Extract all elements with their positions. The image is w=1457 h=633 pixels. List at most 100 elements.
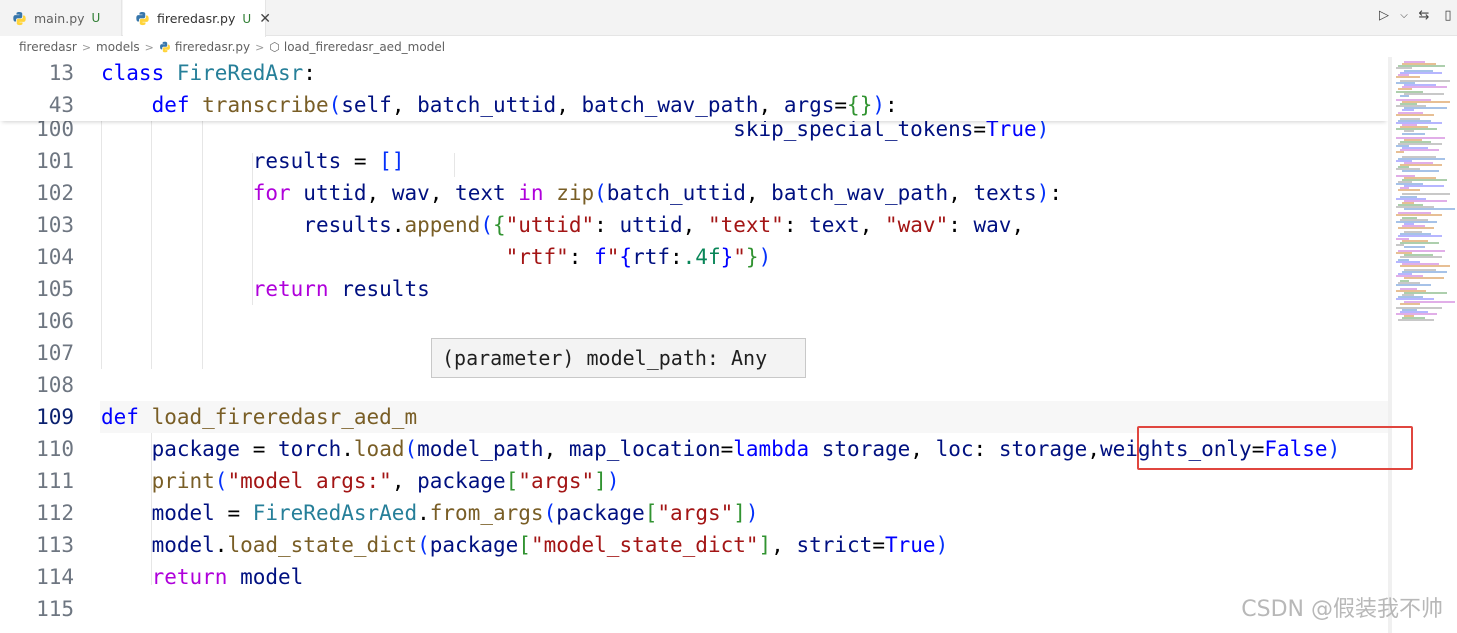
- hover-tooltip: (parameter) model_path: Any: [431, 338, 806, 378]
- chevron-right-icon: >: [255, 40, 265, 54]
- code-token: ,: [910, 437, 936, 461]
- sticky-scroll-header[interactable]: 13 class FireRedAsr: 43 def transcribe(sel…: [0, 57, 1388, 121]
- code-token: :: [1049, 181, 1063, 205]
- code-token: texts: [973, 181, 1037, 205]
- code-token: package: [556, 501, 645, 525]
- line-number: 106: [36, 309, 74, 333]
- code-token: uttid: [303, 181, 367, 205]
- line-number: 108: [36, 373, 74, 397]
- code-token: =: [341, 149, 380, 173]
- line-number: 104: [36, 245, 74, 269]
- code-line[interactable]: 115: [0, 593, 1388, 625]
- code-text: print("model args:", package["args"]): [101, 465, 620, 497]
- code-token: wav: [391, 181, 430, 205]
- code-token: lambda: [733, 437, 822, 461]
- code-token: "uttid": [505, 213, 595, 237]
- code-token: .4f: [682, 245, 721, 269]
- line-number: 43: [48, 93, 74, 117]
- minimap-line: [1404, 92, 1444, 95]
- code-token: .: [417, 501, 430, 525]
- code-token: ,: [366, 181, 392, 205]
- code-text: model = FireRedAsrAed.from_args(package[…: [101, 497, 759, 529]
- tab-fireredasr-py[interactable]: fireredasr.py U ✕: [123, 0, 271, 37]
- line-number: 111: [36, 469, 74, 493]
- code-token: package: [417, 469, 506, 493]
- breadcrumb-item-fireredasr[interactable]: fireredasr: [19, 40, 77, 54]
- code-token: []: [379, 149, 405, 173]
- code-token: self: [341, 93, 392, 117]
- code-line[interactable]: 13 class FireRedAsr:: [0, 57, 1388, 89]
- code-line[interactable]: 114 return model: [0, 561, 1388, 593]
- code-line[interactable]: 101 results = []: [0, 145, 1388, 177]
- breadcrumb: fireredasr > models > fireredasr.py > ⬡ …: [19, 37, 445, 57]
- code-token: (: [480, 213, 493, 237]
- code-text: def load_fireredasr_aed_m: [101, 401, 417, 433]
- code-token: =: [872, 533, 885, 557]
- code-token: model: [151, 501, 215, 525]
- minimap[interactable]: [1392, 57, 1457, 633]
- code-token: "args": [518, 469, 595, 493]
- breadcrumb-item-file[interactable]: fireredasr.py: [175, 40, 250, 54]
- code-token: wav: [973, 213, 1012, 237]
- editor-tab-bar: main.py U fireredasr.py U ✕ ▷ ⌵ ⇆ ▯: [0, 0, 1457, 37]
- code-token: :: [885, 93, 898, 117]
- code-token: ]: [758, 533, 772, 557]
- code-token: ": [606, 245, 620, 269]
- minimap-line: [1396, 151, 1404, 154]
- code-text: return model: [101, 561, 304, 593]
- code-token: print: [151, 469, 215, 493]
- python-file-icon: [136, 11, 149, 26]
- untracked-badge: U: [91, 11, 101, 25]
- code-line[interactable]: 105 return results: [0, 273, 1388, 305]
- untracked-badge: U: [242, 11, 252, 26]
- compare-changes-icon[interactable]: ⇆: [1415, 8, 1433, 23]
- watermark: CSDN @假装我不帅: [1241, 597, 1443, 622]
- line-number: 113: [36, 533, 74, 557]
- close-icon[interactable]: ✕: [259, 11, 271, 27]
- split-editor-icon[interactable]: ▯: [1439, 8, 1457, 23]
- minimap-line: [1396, 243, 1404, 246]
- line-number: 110: [36, 437, 74, 461]
- code-token: uttid: [619, 213, 683, 237]
- code-token: [: [505, 469, 519, 493]
- code-token: ): [745, 501, 759, 525]
- code-text: results.append({"uttid": uttid, "text": …: [101, 209, 1024, 241]
- code-token: :: [568, 245, 595, 269]
- code-token: batch_wav_path: [581, 93, 759, 117]
- code-token: (: [214, 469, 228, 493]
- code-token: batch_uttid: [606, 181, 746, 205]
- code-line[interactable]: 102 for uttid, wav, text in zip(batch_ut…: [0, 177, 1388, 209]
- tab-label: main.py: [34, 10, 85, 26]
- code-token: :: [948, 213, 974, 237]
- code-token: text: [809, 213, 860, 237]
- code-token: ": [733, 245, 746, 269]
- code-token: FireRedAsr: [176, 61, 304, 85]
- code-line[interactable]: 106: [0, 305, 1388, 337]
- code-token: ,: [859, 213, 885, 237]
- code-line[interactable]: 103 results.append({"uttid": uttid, "tex…: [0, 209, 1388, 241]
- code-line[interactable]: 104 "rtf": f"{rtf:.4f}"}): [0, 241, 1388, 273]
- code-line[interactable]: 43 def transcribe(self, batch_uttid, bat…: [0, 89, 1388, 121]
- minimap-line: [1396, 313, 1437, 316]
- code-token: :: [973, 437, 999, 461]
- code-token: ,: [1011, 213, 1025, 237]
- code-line[interactable]: 113 model.load_state_dict(package["model…: [0, 529, 1388, 561]
- code-token: batch_uttid: [417, 93, 557, 117]
- minimap-line: [1404, 277, 1444, 280]
- code-token: {: [619, 245, 633, 269]
- chevron-down-icon[interactable]: ⌵: [1399, 10, 1409, 21]
- code-token: loc: [935, 437, 974, 461]
- breadcrumb-item-models[interactable]: models: [96, 40, 140, 54]
- code-line[interactable]: 112 model = FireRedAsrAed.from_args(pack…: [0, 497, 1388, 529]
- tab-main-py[interactable]: main.py U: [0, 0, 122, 36]
- run-icon[interactable]: ▷: [1375, 8, 1393, 23]
- chevron-right-icon: >: [81, 40, 92, 54]
- code-token: ): [758, 245, 772, 269]
- code-token: model_path: [417, 437, 544, 461]
- breadcrumb-item-symbol[interactable]: load_fireredasr_aed_model: [284, 40, 445, 54]
